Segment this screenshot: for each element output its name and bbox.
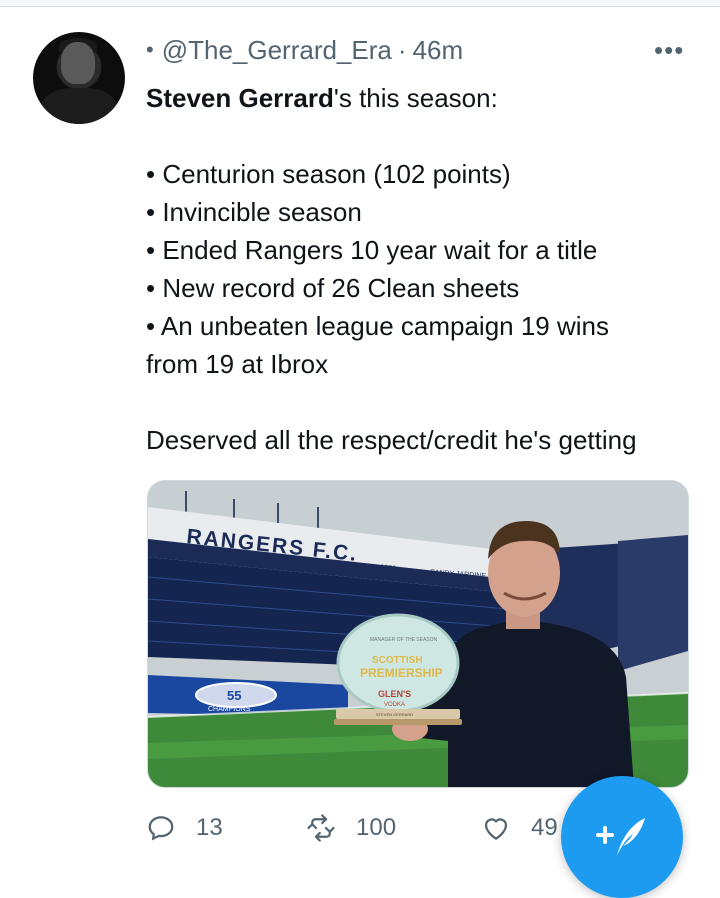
like-button[interactable]: 49 [481,806,558,850]
user-handle[interactable]: @The_Gerrard_Era [162,35,392,66]
trophy-line2: PREMIERSHIP [360,666,443,680]
meta-separator: · [397,34,407,65]
trophy-small-text: MANAGER OF THE SEASON [370,637,438,643]
bullet-item: • Ended Rangers 10 year wait for a title [146,235,598,265]
tweet-time[interactable]: 46m [413,35,464,66]
tweet-meta: • @The_Gerrard_Era · 46m [146,30,463,70]
avatar[interactable] [33,32,125,124]
trophy-brand2: VODKA [384,702,405,708]
compose-feather-icon [596,818,645,856]
tweet-intro: Steven Gerrard's this season: [146,83,498,113]
top-divider [0,0,720,7]
more-options-icon[interactable]: ••• [654,37,686,64]
trophy-name: STEVEN GERRARD [376,712,413,717]
trophy-line1: SCOTTISH [372,655,423,666]
bullet-item: • Centurion season (102 points) [146,159,511,189]
bullet-item: • New record of 26 Clean sheets [146,273,520,303]
like-count: 49 [531,814,558,841]
bullet-continuation: from 19 at Ibrox [146,349,329,379]
tweet-closing: Deserved all the respect/credit he's get… [146,425,637,455]
retweet-icon [307,814,335,842]
bullet-item: • An unbeaten league campaign 19 wins [146,311,609,341]
meta-dot: • [146,37,154,62]
reply-icon [148,816,174,841]
retweet-button[interactable]: 100 [306,806,396,850]
reply-button[interactable]: 13 [146,806,223,850]
compose-tweet-button[interactable] [561,776,683,898]
tweet-body: Steven Gerrard's this season: • Centurio… [146,79,706,459]
retweet-count: 100 [356,814,397,841]
stand-badge-number: 55 [227,688,241,703]
reply-count: 13 [196,814,223,841]
bullet-item: • Invincible season [146,197,362,227]
mentioned-name: Steven Gerrard [146,83,334,113]
stadium-photo: 55 CHAMPIONS RANGERS F.C. 1872 SANDY JAR… [148,481,688,787]
tweet-photo[interactable]: 55 CHAMPIONS RANGERS F.C. 1872 SANDY JAR… [147,480,689,788]
trophy-brand: GLEN'S [378,689,411,699]
heart-icon [484,818,508,840]
